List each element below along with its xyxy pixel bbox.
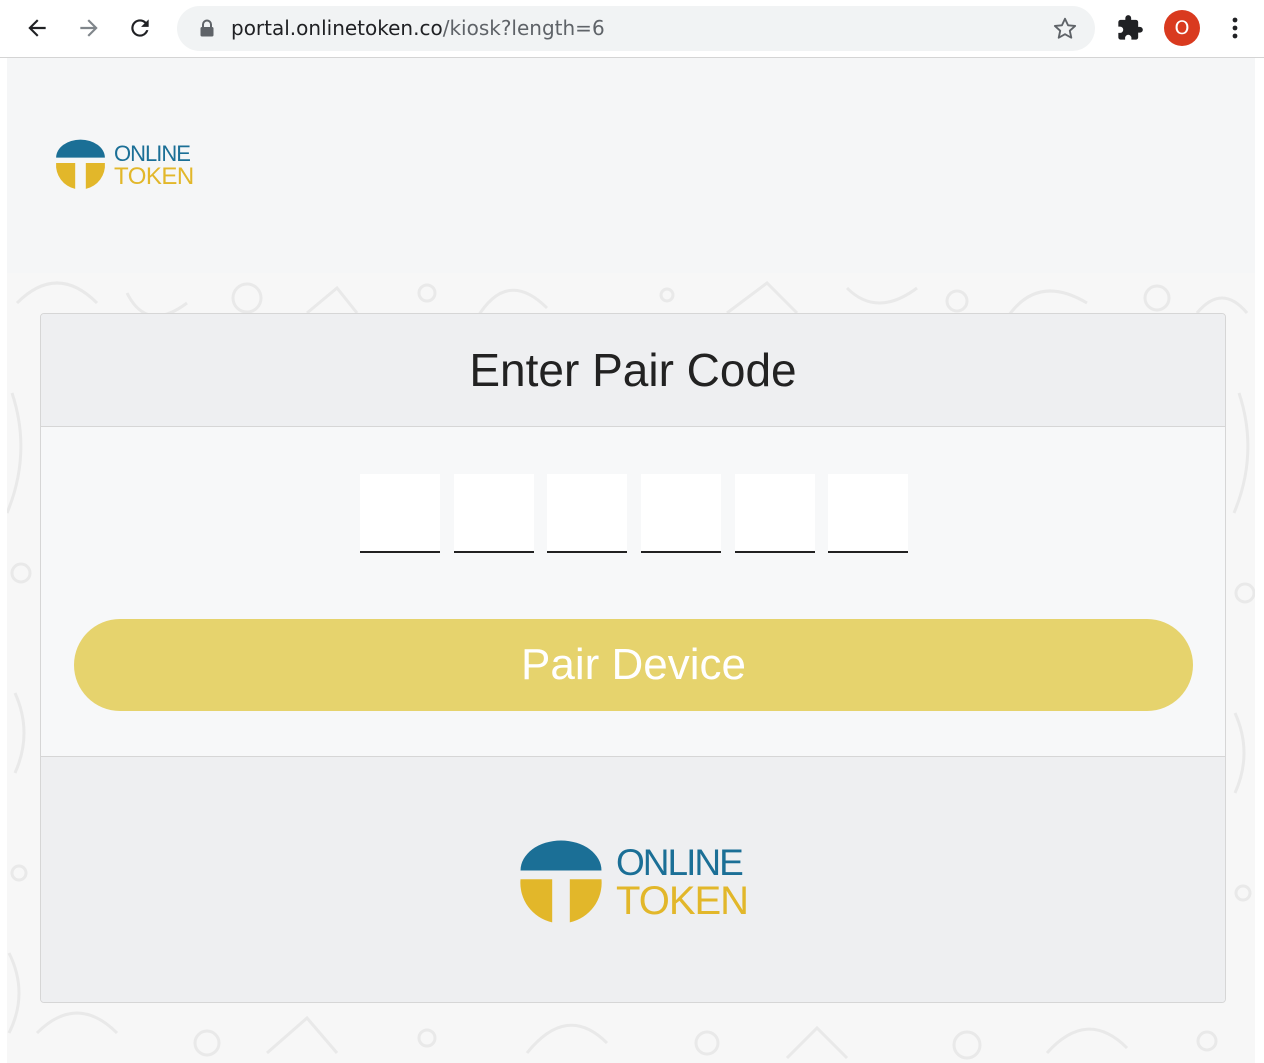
url-host: portal.onlinetoken.co <box>231 16 443 40</box>
page-title: Enter Pair Code <box>469 344 797 396</box>
code-digit-3[interactable] <box>547 474 627 553</box>
lock-icon <box>200 19 214 37</box>
pair-card: Enter Pair Code Pair Device ONLINE TOKEN <box>40 313 1226 1003</box>
header-logo[interactable]: ONLINE TOKEN <box>54 136 194 192</box>
card-header: Enter Pair Code <box>41 314 1225 427</box>
logo-online-text: ONLINE <box>114 141 191 166</box>
logo-mark-icon <box>520 840 602 923</box>
url-path: /kiosk?length=6 <box>442 16 605 40</box>
logo-mark-icon <box>56 139 105 189</box>
extensions-puzzle-icon[interactable] <box>1116 14 1144 42</box>
logo-token-text: TOKEN <box>616 879 749 923</box>
profile-avatar[interactable]: O <box>1164 10 1200 46</box>
logo-online-text: ONLINE <box>616 842 744 883</box>
url-text[interactable]: portal.onlinetoken.co/kiosk?length=6 <box>231 6 605 51</box>
code-digit-2[interactable] <box>454 474 534 553</box>
code-digit-6[interactable] <box>828 474 908 553</box>
page-header: ONLINE TOKEN <box>7 58 1255 273</box>
reload-icon <box>131 19 149 37</box>
more-vert-icon[interactable] <box>1224 14 1246 42</box>
footer-logo: ONLINE TOKEN <box>510 836 750 926</box>
reload-button[interactable] <box>122 10 158 46</box>
forward-arrow-icon <box>80 19 98 37</box>
code-digit-4[interactable] <box>641 474 721 553</box>
back-arrow-icon <box>28 19 46 37</box>
forward-button[interactable] <box>71 10 107 46</box>
pair-device-button[interactable]: Pair Device <box>74 619 1193 711</box>
back-button[interactable] <box>19 10 55 46</box>
card-footer: ONLINE TOKEN <box>41 756 1225 1002</box>
logo-token-text: TOKEN <box>114 163 194 190</box>
address-bar[interactable]: portal.onlinetoken.co/kiosk?length=6 <box>177 6 1095 51</box>
star-icon[interactable] <box>1051 15 1079 43</box>
profile-initial: O <box>1174 17 1190 39</box>
browser-toolbar: portal.onlinetoken.co/kiosk?length=6 O <box>0 0 1264 58</box>
page-content: ONLINE TOKEN Enter Pair Code Pair Device… <box>7 58 1255 1063</box>
code-digit-1[interactable] <box>360 474 440 553</box>
code-digit-5[interactable] <box>735 474 815 553</box>
